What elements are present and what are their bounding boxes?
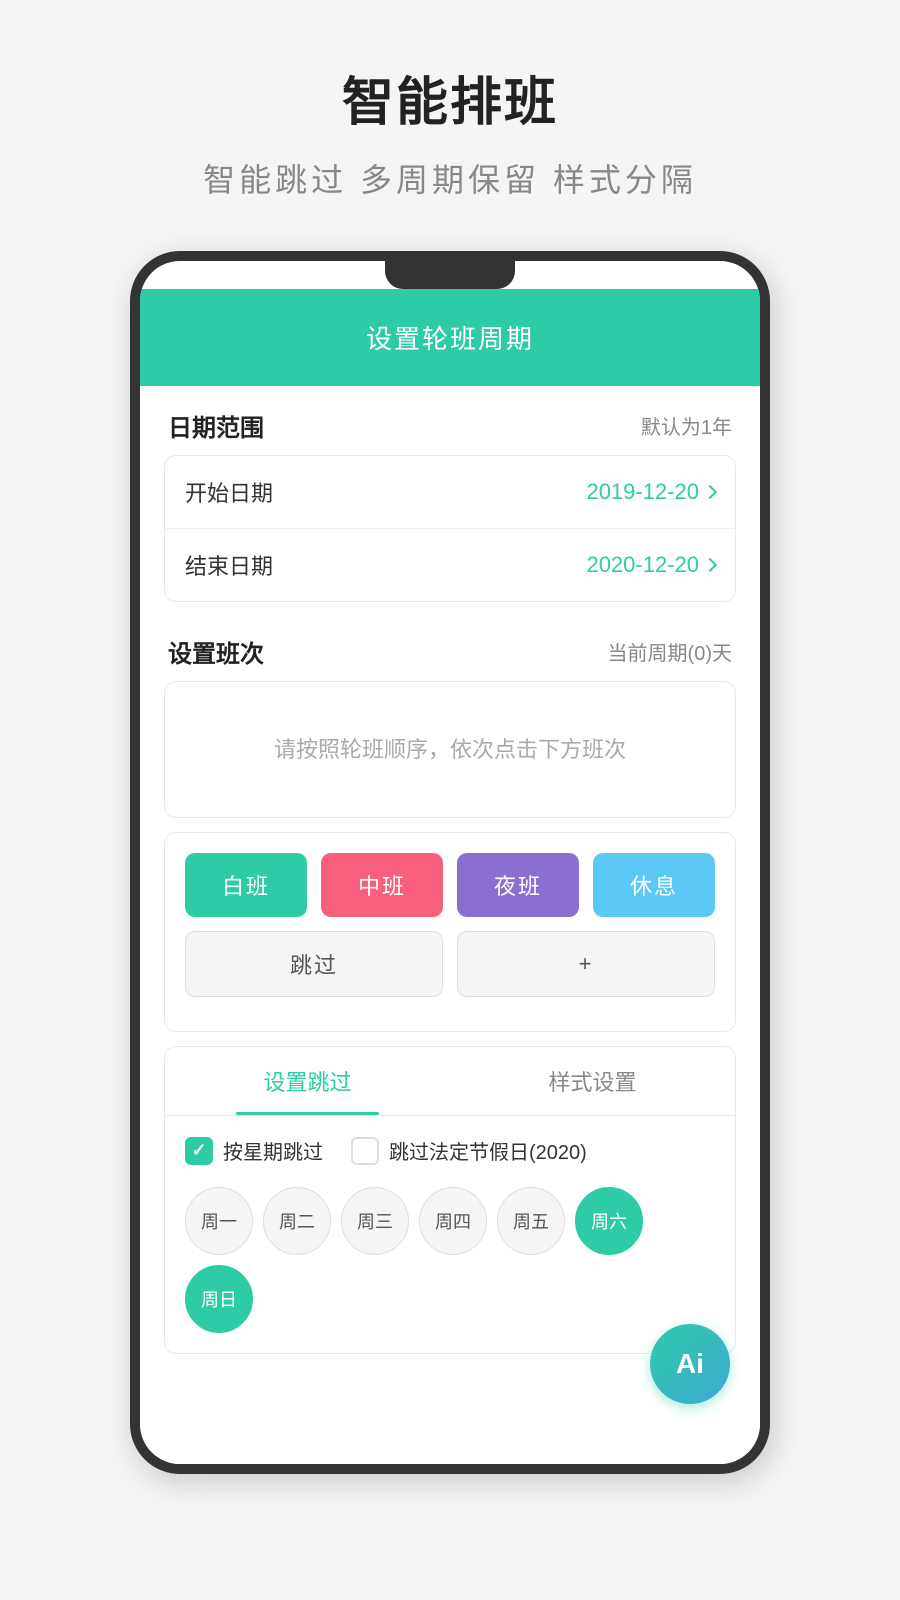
tabs-header: 设置跳过 样式设置 (165, 1047, 735, 1116)
checkbox-holiday-box[interactable] (351, 1137, 379, 1165)
rest-shift-button[interactable]: 休息 (593, 853, 715, 917)
day-button-周三[interactable]: 周三 (341, 1187, 409, 1255)
date-range-card: 开始日期 2019-12-20 结束日期 2020-12-20 (164, 455, 736, 602)
header-bar: 设置轮班周期 (140, 289, 760, 386)
start-date-chevron-icon (703, 485, 717, 499)
content-body: 日期范围 默认为1年 开始日期 2019-12-20 结束日期 2020-12-… (140, 386, 760, 1354)
date-range-label: 日期范围 (168, 408, 264, 443)
mid-shift-button[interactable]: 中班 (321, 853, 443, 917)
day-button-周二[interactable]: 周二 (263, 1187, 331, 1255)
days-row: 周一周二周三周四周五周六周日 (185, 1187, 715, 1333)
start-date-row[interactable]: 开始日期 2019-12-20 (165, 456, 735, 528)
phone-frame: 设置轮班周期 日期范围 默认为1年 开始日期 2019-12-20 结束日期 (130, 251, 770, 1474)
page-subtitle: 智能跳过 多周期保留 样式分隔 (203, 155, 697, 201)
day-button-周日[interactable]: 周日 (185, 1265, 253, 1333)
shift-settings-label: 设置班次 (168, 634, 264, 669)
tabs-card: 设置跳过 样式设置 按星期跳过 跳 (164, 1046, 736, 1354)
end-date-row[interactable]: 结束日期 2020-12-20 (165, 528, 735, 601)
night-shift-button[interactable]: 夜班 (457, 853, 579, 917)
checkbox-weekly-label: 按星期跳过 (223, 1136, 323, 1165)
ai-badge-button[interactable]: Ai (650, 1324, 730, 1404)
white-shift-button[interactable]: 白班 (185, 853, 307, 917)
shift-buttons-row1: 白班 中班 夜班 休息 (185, 853, 715, 917)
checkbox-holiday-skip[interactable]: 跳过法定节假日(2020) (351, 1136, 587, 1165)
date-range-section-header: 日期范围 默认为1年 (164, 386, 736, 455)
end-date-label: 结束日期 (185, 549, 273, 581)
start-date-value: 2019-12-20 (586, 479, 715, 505)
phone-content: 日期范围 默认为1年 开始日期 2019-12-20 结束日期 2020-12-… (140, 386, 760, 1464)
header-title: 设置轮班周期 (366, 324, 534, 354)
checkbox-holiday-label: 跳过法定节假日(2020) (389, 1136, 587, 1165)
phone-bottom-space: Ai (140, 1354, 760, 1434)
shift-period-note: 当前周期(0)天 (608, 637, 732, 666)
shift-buttons-card: 白班 中班 夜班 休息 跳过 + (164, 832, 736, 1032)
day-button-周四[interactable]: 周四 (419, 1187, 487, 1255)
day-button-周六[interactable]: 周六 (575, 1187, 643, 1255)
end-date-chevron-icon (703, 558, 717, 572)
add-shift-button[interactable]: + (457, 931, 715, 997)
checkbox-weekly-skip[interactable]: 按星期跳过 (185, 1136, 323, 1165)
date-range-note: 默认为1年 (641, 411, 732, 440)
empty-order-card: 请按照轮班顺序，依次点击下方班次 (164, 681, 736, 818)
end-date-value: 2020-12-20 (586, 552, 715, 578)
tab-style-settings[interactable]: 样式设置 (450, 1047, 735, 1115)
checkbox-row: 按星期跳过 跳过法定节假日(2020) (185, 1136, 715, 1165)
checkbox-weekly-box[interactable] (185, 1137, 213, 1165)
skip-button[interactable]: 跳过 (185, 931, 443, 997)
tab-skip-settings[interactable]: 设置跳过 (165, 1047, 450, 1115)
shift-section-header: 设置班次 当前周期(0)天 (164, 612, 736, 681)
shift-buttons-row2: 跳过 + (185, 931, 715, 997)
empty-order-hint: 请按照轮班顺序，依次点击下方班次 (274, 737, 626, 762)
day-button-周五[interactable]: 周五 (497, 1187, 565, 1255)
day-button-周一[interactable]: 周一 (185, 1187, 253, 1255)
start-date-label: 开始日期 (185, 476, 273, 508)
tabs-content: 按星期跳过 跳过法定节假日(2020) 周一周二周三周四周五周六周日 (165, 1116, 735, 1353)
page-title: 智能排班 (342, 60, 558, 135)
